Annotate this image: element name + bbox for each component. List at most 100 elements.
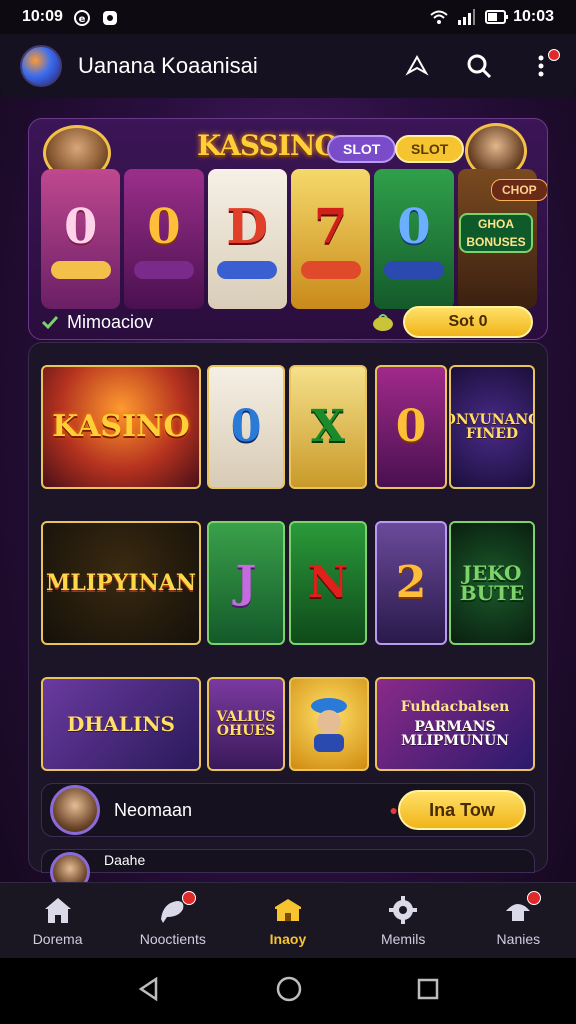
check-icon: [41, 315, 59, 330]
character-icon: [311, 698, 347, 752]
nav-item-settings[interactable]: Memils: [353, 895, 453, 947]
reel-tile-2[interactable]: X: [289, 365, 367, 489]
bag-icon: [373, 314, 393, 331]
home-circle-icon: [276, 976, 302, 1001]
reel-symbol: J: [235, 557, 257, 608]
more-menu-button[interactable]: [526, 49, 560, 81]
list-item-name: Neomaan: [114, 799, 193, 820]
list-item-name: Daahe: [104, 852, 146, 868]
reel-badge: [133, 261, 194, 279]
share-icon: [405, 54, 429, 76]
promo-tile-row2[interactable]: JEKO BUTE: [449, 521, 535, 645]
reel-4: 7: [290, 169, 371, 309]
slot-pill-purple[interactable]: SLOT: [327, 135, 397, 163]
battery-icon: [485, 9, 509, 25]
game-tile-dhalins[interactable]: DHALINS: [41, 677, 201, 771]
back-button[interactable]: [136, 976, 162, 1007]
reel-badge: [300, 261, 361, 279]
app-logo[interactable]: [20, 45, 62, 87]
list-item[interactable]: Neomaan ● Ina Tow: [41, 783, 535, 837]
home-system-button[interactable]: [275, 975, 303, 1008]
signal-icon: [457, 9, 476, 25]
reel-1: 0: [41, 169, 121, 309]
list-item-action-button[interactable]: Ina Tow: [398, 790, 526, 830]
promo-tile-row1[interactable]: ONVUNANO FINED: [449, 365, 535, 489]
store-icon: [271, 895, 305, 925]
games-grid: KASINO 0 X 0 ONVUNANO FINED MLIPYINAN J …: [28, 342, 548, 892]
promo-header: Fuhdacbalsen: [400, 699, 510, 715]
promo-tile-row3[interactable]: Fuhdacbalsen PARMANS MLIPMUNUN: [375, 677, 535, 771]
reel-badge: [50, 261, 111, 279]
reel-symbol: 0: [397, 199, 431, 255]
app-title: Uanana Koaanisai: [78, 53, 258, 78]
reel-symbol: 0: [63, 199, 98, 255]
featured-title: KASSINO: [197, 129, 339, 162]
reel-tile-3[interactable]: 0: [375, 365, 447, 489]
featured-play-button[interactable]: Sot 0: [403, 306, 533, 338]
game-tile-kasino[interactable]: KASINO: [41, 365, 201, 489]
avatar: [50, 785, 100, 835]
promo-body: PARMANS MLIPMUNUN: [401, 719, 509, 749]
reel-2: 0: [124, 169, 204, 309]
promo-title: ONVUNANO FINED: [451, 412, 533, 442]
nav-item-chat[interactable]: Nooctients: [123, 890, 223, 947]
nav-label: Memils: [380, 930, 426, 947]
system-nav-bar: [0, 958, 576, 1024]
game-title: MLIPYINAN: [46, 570, 196, 596]
status-bar: 10:09 e 10:03: [0, 0, 576, 34]
search-button[interactable]: [464, 51, 494, 81]
reel-symbol: 0: [395, 401, 427, 452]
bottom-nav: Dorema Nooctients Inaoy Memils Nanies: [0, 882, 576, 958]
reel-5: 0: [374, 169, 454, 309]
game-tile-character[interactable]: [289, 677, 369, 771]
chat-icon: [156, 890, 196, 925]
more-vertical-icon: [538, 55, 544, 77]
notification-badge: [527, 890, 542, 905]
game-tile-valius[interactable]: VALIUS OHUES: [207, 677, 285, 771]
promo-title: JEKO BUTE: [459, 561, 525, 605]
svg-text:e: e: [79, 14, 86, 25]
reel-tile-4[interactable]: J: [207, 521, 285, 645]
reel-badge: [383, 261, 444, 279]
app-actions: [402, 49, 560, 81]
reel-tile-1[interactable]: 0: [207, 365, 285, 489]
slot-pill-gold[interactable]: SLOT: [395, 135, 465, 163]
share-button[interactable]: [402, 51, 432, 81]
nav-item-home[interactable]: Dorema: [8, 895, 108, 947]
promo-text: Fuhdacbalsen PARMANS MLIPMUNUN: [377, 700, 533, 748]
game-title: KASINO: [52, 409, 190, 444]
profile-icon: [501, 890, 542, 925]
nav-label: Dorema: [32, 930, 83, 947]
recents-square-icon: [417, 978, 438, 999]
game-tile-mlipyinan[interactable]: MLIPYINAN: [41, 521, 201, 645]
status-clock: 10:03: [513, 8, 554, 25]
featured-footer: Mimoaciov Sot 0: [29, 303, 547, 339]
back-triangle-icon: [139, 976, 158, 1001]
notification-badge: [181, 890, 196, 905]
bonus-plate: GHOA BONUSES: [459, 213, 533, 253]
reel-symbol: 7: [313, 199, 348, 255]
recents-button[interactable]: [416, 977, 440, 1006]
nav-label: Inaoy: [269, 930, 307, 947]
status-left: 10:09 e: [22, 8, 119, 26]
status-dot-icon: ●: [389, 802, 398, 818]
reel-tile-5[interactable]: N: [289, 521, 367, 645]
nav-item-profile[interactable]: Nanies: [468, 890, 568, 947]
nav-label: Nooctients: [139, 930, 206, 947]
home-icon: [41, 895, 75, 925]
nav-label: Nanies: [496, 930, 541, 947]
reel-tile-6[interactable]: 2: [375, 521, 447, 645]
game-title: VALIUS OHUES: [216, 709, 276, 739]
reel-symbol: N: [307, 557, 349, 608]
shop-tag[interactable]: CHOP: [491, 179, 547, 201]
reel-badge: [217, 261, 278, 279]
notification-icon: [101, 9, 119, 25]
nav-item-store[interactable]: Inaoy: [238, 895, 338, 947]
wifi-icon: [429, 9, 448, 25]
featured-slot-card[interactable]: KASSINO SLOT SLOT 0 0 D 7 0 CHOP GHOA BO…: [28, 118, 548, 340]
list-item[interactable]: Daahe: [41, 849, 535, 892]
game-title: DHALINS: [67, 712, 175, 736]
reel-symbol: D: [226, 199, 269, 255]
reel-3: D: [207, 169, 287, 309]
status-right: 10:03: [429, 8, 554, 26]
